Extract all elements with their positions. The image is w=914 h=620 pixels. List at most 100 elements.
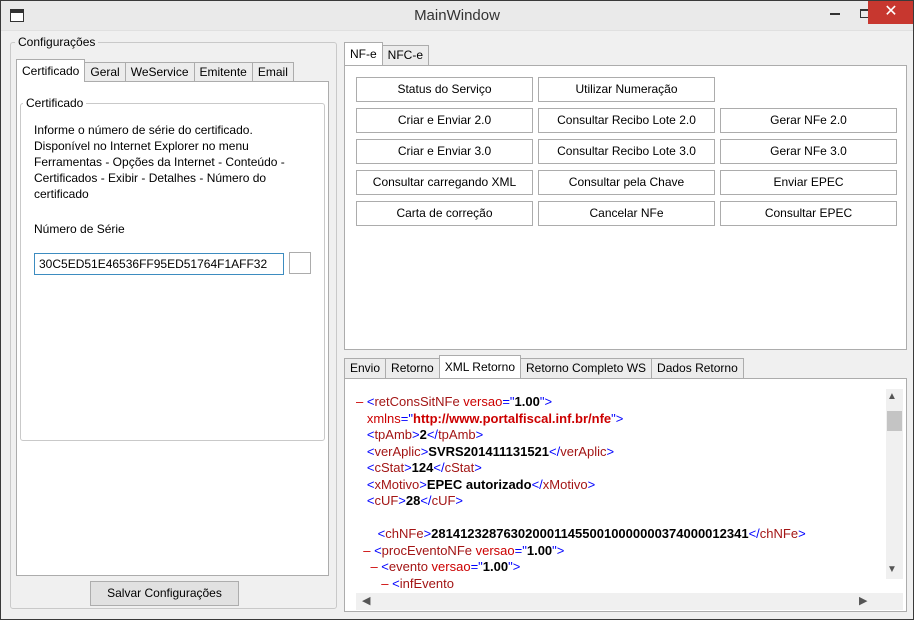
save-config-button[interactable]: Salvar Configurações: [90, 581, 239, 606]
minimize-button[interactable]: [820, 1, 850, 24]
xml-line: <chNFe >281412328763020001145500100000003…: [356, 526, 886, 543]
xml-token: –: [356, 542, 375, 558]
tab-nfe[interactable]: NF-e: [344, 42, 383, 65]
tab-weservice[interactable]: WeService: [124, 62, 195, 82]
xml-token: versao: [427, 559, 471, 574]
xml-token: >: [398, 493, 406, 508]
tab-certificado[interactable]: Certificado: [16, 59, 86, 82]
xml-token: >: [474, 460, 482, 475]
enviar-epec-button[interactable]: Enviar EPEC: [720, 170, 897, 195]
xml-line: – <retConsSitNFe versao="1.00">: [356, 394, 886, 411]
xml-token: versao: [472, 542, 515, 558]
carta-correcao-button[interactable]: Carta de correção: [356, 201, 533, 226]
xml-token: <: [356, 427, 375, 442]
xml-token: 1.00: [482, 559, 509, 574]
tab-dados-retorno[interactable]: Dados Retorno: [651, 358, 744, 378]
scroll-left-icon[interactable]: ◀: [362, 594, 370, 607]
xml-token: =": [400, 410, 414, 426]
xml-token: >: [412, 427, 420, 442]
xml-token: retConsSitNFe: [374, 394, 460, 409]
scroll-corner: [886, 593, 903, 610]
config-tabs: Certificado Geral WeService Emitente Ema…: [16, 59, 294, 82]
xml-token: xMotivo: [542, 476, 588, 492]
xml-token: 2814123287630200011455001000000037400001…: [431, 526, 749, 541]
xml-token: tpAmb: [374, 427, 413, 442]
xml-viewer[interactable]: – <retConsSitNFe versao="1.00"> xmlns="h…: [356, 394, 886, 594]
xml-token: evento: [388, 559, 428, 574]
consultar-chave-button[interactable]: Consultar pela Chave: [538, 170, 715, 195]
xml-token: >: [798, 526, 806, 541]
info-line: Informe o número de série do certificado…: [34, 123, 253, 137]
xml-token: <: [356, 476, 375, 492]
tab-envio[interactable]: Envio: [344, 358, 387, 378]
info-line: Disponível no Internet Explorer no menu: [34, 139, 249, 153]
main-window: MainWindow ✕ Configurações Certificado G…: [0, 0, 914, 620]
close-icon: ✕: [884, 3, 898, 20]
xml-token: chNFe: [385, 526, 424, 541]
xml-token: –: [356, 575, 393, 591]
xml-token: >: [606, 443, 615, 459]
xml-token: cStat: [444, 460, 475, 475]
xml-token: ">: [508, 559, 521, 574]
cancelar-nfe-button[interactable]: Cancelar NFe: [538, 201, 715, 226]
scroll-up-icon[interactable]: ▲: [887, 391, 897, 402]
consultar-xml-button[interactable]: Consultar carregando XML: [356, 170, 533, 195]
xml-line: [356, 510, 886, 527]
tab-retorno-completo[interactable]: Retorno Completo WS: [520, 358, 653, 378]
xml-token: xMotivo: [374, 476, 420, 492]
info-line: Ferramentas - Opções da Internet - Conte…: [34, 155, 285, 169]
xml-token: ">: [611, 410, 624, 426]
config-group-label: Configurações: [15, 35, 99, 49]
xml-token: >: [455, 493, 463, 508]
xml-token: >: [475, 427, 484, 442]
serial-lookup-button[interactable]: [289, 252, 311, 274]
xml-token: verAplic: [560, 443, 607, 459]
xml-token: <: [356, 526, 386, 541]
tab-emitente[interactable]: Emitente: [193, 62, 253, 82]
xml-token: <: [381, 559, 389, 574]
vertical-scroll-thumb[interactable]: [887, 411, 902, 431]
xml-token: procEventoNFe: [381, 542, 472, 558]
scroll-right-icon[interactable]: ▶: [859, 594, 867, 607]
criar-enviar-20-button[interactable]: Criar e Enviar 2.0: [356, 108, 533, 133]
tab-geral[interactable]: Geral: [84, 62, 126, 82]
xml-token: </: [531, 476, 543, 492]
status-servico-button[interactable]: Status do Serviço: [356, 77, 533, 102]
xml-token: </: [549, 443, 561, 459]
close-button[interactable]: ✕: [868, 1, 913, 24]
xml-token: </: [433, 460, 445, 475]
gerar-nfe-20-button[interactable]: Gerar NFe 2.0: [720, 108, 897, 133]
xml-token: =": [470, 559, 483, 574]
consultar-epec-button[interactable]: Consultar EPEC: [720, 201, 897, 226]
certificate-instructions: Informe o número de série do certificado…: [34, 122, 304, 202]
xml-line: <verAplic>SVRS201411131521</verAplic>: [356, 444, 886, 461]
consultar-recibo-20-button[interactable]: Consultar Recibo Lote 2.0: [538, 108, 715, 133]
xml-token: 28: [405, 493, 421, 508]
xml-token: –: [356, 559, 382, 574]
xml-line: <tpAmb>2</tpAmb>: [356, 427, 886, 444]
xml-token: http://www.portalfiscal.inf.br/nfe: [413, 410, 612, 426]
xml-token: ">: [552, 542, 565, 558]
certificate-group-label: Certificado: [23, 96, 87, 110]
gerar-nfe-30-button[interactable]: Gerar NFe 3.0: [720, 139, 897, 164]
horizontal-scrollbar[interactable]: [356, 593, 886, 610]
tab-xml-retorno[interactable]: XML Retorno: [438, 355, 521, 378]
xml-token: 1.00: [514, 394, 540, 409]
tab-retorno[interactable]: Retorno: [385, 358, 440, 378]
xml-token: cStat: [374, 460, 405, 475]
xml-token: cUF: [374, 493, 399, 508]
xml-token: <: [356, 460, 375, 475]
serial-number-input[interactable]: [34, 253, 284, 275]
scroll-down-icon[interactable]: ▼: [887, 564, 897, 575]
xml-line: – <procEventoNFe versao="1.00">: [356, 543, 886, 560]
info-line: certificado: [34, 187, 89, 201]
xml-token: EPEC autorizado: [426, 476, 532, 492]
inutilizar-numeracao-button[interactable]: Utilizar Numeração: [538, 77, 715, 102]
xml-line: xmlns="http://www.portalfiscal.inf.br/nf…: [356, 411, 886, 428]
tab-nfce[interactable]: NFC-e: [381, 45, 430, 65]
criar-enviar-30-button[interactable]: Criar e Enviar 3.0: [356, 139, 533, 164]
tab-email[interactable]: Email: [251, 62, 294, 82]
xml-token: ">: [539, 394, 553, 409]
xml-token: <: [356, 443, 375, 459]
consultar-recibo-30-button[interactable]: Consultar Recibo Lote 3.0: [538, 139, 715, 164]
